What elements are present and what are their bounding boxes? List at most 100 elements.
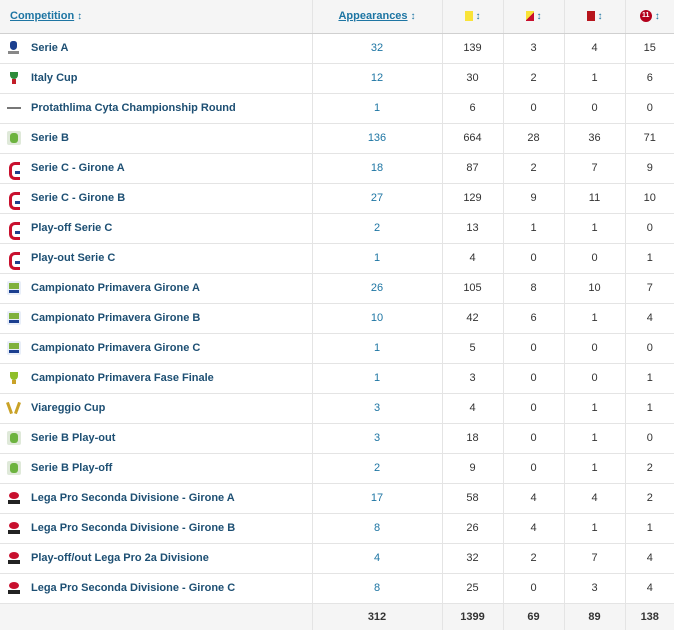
appearances-link[interactable]: 136: [311, 123, 442, 154]
serie-c-logo: [7, 191, 21, 210]
appearances-link[interactable]: 8: [311, 573, 442, 604]
competition-cell: Serie A: [0, 33, 312, 64]
competition-link[interactable]: Serie B Play-off: [31, 462, 112, 474]
competition-header[interactable]: Competition ↕: [0, 0, 312, 34]
appearances-link[interactable]: 1: [311, 333, 442, 364]
table-row: Campionato Primavera Girone B 10 42 6 1 4: [0, 303, 674, 334]
appearances-link[interactable]: 1: [311, 93, 442, 124]
competition-cell: Viareggio Cup: [0, 393, 312, 424]
serie-a-logo: [7, 41, 21, 55]
red-cards-cell: 4: [563, 33, 625, 64]
yellow-cards-cell: 129: [441, 183, 503, 214]
yellow-cards-cell: 4: [441, 393, 503, 424]
appearances-link[interactable]: 1: [311, 243, 442, 274]
goals-cell: 0: [624, 333, 674, 364]
italy-cup-logo: [7, 71, 21, 85]
sort-icon[interactable]: ↕: [537, 11, 542, 22]
competition-cell: Lega Pro Seconda Divisione - Girone A: [0, 483, 312, 514]
goals-cell: 1: [624, 243, 674, 274]
competition-cell: Lega Pro Seconda Divisione - Girone C: [0, 573, 312, 604]
goals-cell: 4: [624, 543, 674, 574]
yellow-cards-cell: 30: [441, 63, 503, 94]
appearances-header[interactable]: Appearances ↕: [311, 0, 442, 34]
yellow-cards-cell: 4: [441, 243, 503, 274]
competition-link[interactable]: Campionato Primavera Girone B: [31, 312, 200, 324]
appearances-link[interactable]: 3: [311, 393, 442, 424]
red-cards-cell: 1: [563, 453, 625, 484]
appearances-link[interactable]: 3: [311, 423, 442, 454]
competition-link[interactable]: Serie C - Girone B: [31, 192, 125, 204]
yellow-cards-cell: 87: [441, 153, 503, 184]
sort-icon[interactable]: ↕: [476, 11, 481, 22]
red-cards-header[interactable]: ↕: [563, 0, 625, 34]
appearances-link[interactable]: 18: [311, 153, 442, 184]
table-header-row: Competition ↕ Appearances ↕ ↕ ↕ ↕ 11 ↕: [0, 0, 674, 34]
appearances-link[interactable]: 27: [311, 183, 442, 214]
table-row: Campionato Primavera Girone A 26 105 8 10 7: [0, 273, 674, 304]
competition-link[interactable]: Play-off Serie C: [31, 222, 112, 234]
red-cards-cell: 1: [563, 423, 625, 454]
red-cards-cell: 1: [563, 213, 625, 244]
table-row: Serie B Play-off 2 9 0 1 2: [0, 453, 674, 484]
appearances-link[interactable]: 2: [311, 213, 442, 244]
competition-link[interactable]: Lega Pro Seconda Divisione - Girone B: [31, 522, 235, 534]
yellow-red-card-icon: [525, 11, 534, 22]
yellow-cards-cell: 42: [441, 303, 503, 334]
table-row: Lega Pro Seconda Divisione - Girone A 17 5…: [0, 483, 674, 514]
competition-link[interactable]: Play-out Serie C: [31, 252, 115, 264]
lega-pro-logo: [7, 581, 21, 595]
lega-pro-logo: [7, 521, 21, 535]
appearances-link[interactable]: 26: [311, 273, 442, 304]
goals-cell: 1: [624, 513, 674, 544]
red-cards-cell: 0: [563, 333, 625, 364]
competition-cell: Serie B Play-off: [0, 453, 312, 484]
competition-link[interactable]: Serie B: [31, 132, 69, 144]
appearances-link[interactable]: 8: [311, 513, 442, 544]
competition-link[interactable]: Serie B Play-out: [31, 432, 115, 444]
competition-link[interactable]: Lega Pro Seconda Divisione - Girone A: [31, 492, 235, 504]
sort-icon[interactable]: ↕: [598, 11, 603, 22]
yellow-red-cards-cell: 2: [502, 153, 564, 184]
total-appearances: 312: [311, 603, 442, 630]
competition-link[interactable]: Protathlima Cyta Championship Round: [31, 102, 236, 114]
yellow-red-cards-cell: 9: [502, 183, 564, 214]
sort-icon[interactable]: ↕: [77, 11, 82, 22]
competition-link[interactable]: Campionato Primavera Girone A: [31, 282, 200, 294]
table-row: Campionato Primavera Girone C15000: [0, 333, 674, 364]
competition-header-label[interactable]: Competition: [10, 10, 74, 22]
appearances-header-label[interactable]: Appearances: [338, 10, 407, 22]
appearances-link[interactable]: 12: [311, 63, 442, 94]
goals-cell: 1: [624, 363, 674, 394]
yellow-red-cards-cell: 0: [502, 573, 564, 604]
yellow-red-cards-cell: 0: [502, 363, 564, 394]
table-row: Lega Pro Seconda Divisione - Girone C 8 25…: [0, 573, 674, 604]
competition-link[interactable]: Campionato Primavera Fase Finale: [31, 372, 214, 384]
red-cards-cell: 10: [563, 273, 625, 304]
appearances-link[interactable]: 1: [311, 363, 442, 394]
appearances-link[interactable]: 32: [311, 33, 442, 64]
competition-cell: Serie C - Girone A: [0, 153, 312, 184]
table-row: Serie A 32 139 3 4 15: [0, 33, 674, 64]
competition-cell: Serie B Play-out: [0, 423, 312, 454]
sort-icon[interactable]: ↕: [655, 11, 660, 22]
competition-link[interactable]: Campionato Primavera Girone C: [31, 342, 200, 354]
yellow-red-cards-cell: 4: [502, 513, 564, 544]
lega-pro-logo: [7, 551, 21, 565]
appearances-link[interactable]: 4: [311, 543, 442, 574]
competition-link[interactable]: Serie A: [31, 42, 69, 54]
competition-link[interactable]: Italy Cup: [31, 72, 77, 84]
goals-header[interactable]: 11 ↕: [624, 0, 674, 34]
appearances-link[interactable]: 2: [311, 453, 442, 484]
yellow-cards-cell: 9: [441, 453, 503, 484]
sort-icon[interactable]: ↕: [411, 11, 416, 22]
yellow-cards-header[interactable]: ↕: [441, 0, 503, 34]
competition-link[interactable]: Lega Pro Seconda Divisione - Girone C: [31, 582, 235, 594]
competition-link[interactable]: Viareggio Cup: [31, 402, 105, 414]
yellow-red-cards-header[interactable]: ↕: [502, 0, 564, 34]
total-yellow-cards: 1399: [441, 603, 503, 630]
competition-link[interactable]: Serie C - Girone A: [31, 162, 125, 174]
appearances-link[interactable]: 10: [311, 303, 442, 334]
appearances-link[interactable]: 17: [311, 483, 442, 514]
competition-link[interactable]: Play-off/out Lega Pro 2a Divisione: [31, 552, 209, 564]
goals-cell: 4: [624, 573, 674, 604]
